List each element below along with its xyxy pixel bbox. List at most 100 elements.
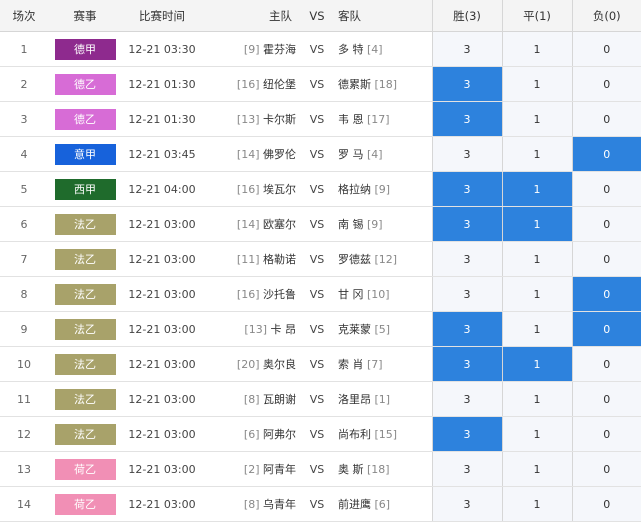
league-badge[interactable]: 法乙 [54,213,116,235]
away-team-cell[interactable]: 甘 冈 [10] [332,276,432,312]
away-team-cell[interactable]: 罗 马 [4] [332,136,432,172]
home-team-cell[interactable]: [9] 霍芬海 [202,31,302,67]
table-row: 5 西甲 12-21 04:00 [16] 埃瓦尔 VS 格拉纳 [9] 3 1 0 [0,171,641,207]
odds-draw-button[interactable]: 1 [501,31,572,67]
league-cell: 法乙 [48,381,122,417]
away-team-cell[interactable]: 德累斯 [18] [332,66,432,102]
home-team-cell[interactable]: [14] 欧塞尔 [202,206,302,242]
home-rank: [14] [236,148,260,161]
odds-lose-button[interactable]: 0 [571,311,641,347]
odds-win-button[interactable]: 3 [431,346,502,382]
odds-win-button[interactable]: 3 [431,451,502,487]
home-team-cell[interactable]: [11] 格勒诺 [202,241,302,277]
odds-lose-button[interactable]: 0 [571,136,641,172]
league-badge[interactable]: 德乙 [54,73,116,95]
away-rank: [17] [367,113,390,126]
odds-lose-button[interactable]: 0 [571,31,641,67]
league-badge[interactable]: 德乙 [54,108,116,130]
odds-win-button[interactable]: 3 [431,486,502,522]
odds-win-button[interactable]: 3 [431,311,502,347]
home-team-cell[interactable]: [2] 阿青年 [202,451,302,487]
odds-win-button[interactable]: 3 [431,66,502,102]
home-team-cell[interactable]: [16] 埃瓦尔 [202,171,302,207]
odds-win-button[interactable]: 3 [431,276,502,312]
odds-draw-button[interactable]: 1 [501,451,572,487]
home-team-cell[interactable]: [20] 奥尔良 [202,346,302,382]
odds-win-button[interactable]: 3 [431,101,502,137]
away-team-name: 罗 马 [338,148,364,161]
league-badge[interactable]: 法乙 [54,388,116,410]
home-rank: [20] [236,358,260,371]
match-time: 12-21 03:00 [122,451,202,487]
league-cell: 法乙 [48,416,122,452]
league-badge[interactable]: 意甲 [54,143,116,165]
league-badge[interactable]: 德甲 [54,38,116,60]
odds-draw-button[interactable]: 1 [501,416,572,452]
league-badge[interactable]: 西甲 [54,178,116,200]
odds-draw-button[interactable]: 1 [501,241,572,277]
odds-win-button[interactable]: 3 [431,381,502,417]
league-badge[interactable]: 法乙 [54,423,116,445]
odds-lose-button[interactable]: 0 [571,451,641,487]
odds-lose-button[interactable]: 0 [571,241,641,277]
league-badge[interactable]: 法乙 [54,353,116,375]
odds-lose-button[interactable]: 0 [571,206,641,242]
away-team-cell[interactable]: 格拉纳 [9] [332,171,432,207]
odds-lose-button[interactable]: 0 [571,346,641,382]
league-badge[interactable]: 荷乙 [54,493,116,515]
odds-draw-button[interactable]: 1 [501,311,572,347]
league-badge[interactable]: 法乙 [54,318,116,340]
away-team-cell[interactable]: 南 锡 [9] [332,206,432,242]
match-time: 12-21 03:00 [122,311,202,347]
odds-lose-button[interactable]: 0 [571,66,641,102]
odds-win-button[interactable]: 3 [431,171,502,207]
away-team-cell[interactable]: 罗德兹 [12] [332,241,432,277]
odds-win-button[interactable]: 3 [431,136,502,172]
away-team-cell[interactable]: 洛里昂 [1] [332,381,432,417]
league-cell: 荷乙 [48,486,122,522]
league-badge[interactable]: 法乙 [54,283,116,305]
odds-lose-button[interactable]: 0 [571,276,641,312]
home-team-cell[interactable]: [14] 佛罗伦 [202,136,302,172]
home-team-cell[interactable]: [6] 阿弗尔 [202,416,302,452]
odds-lose-button[interactable]: 0 [571,101,641,137]
home-team-name: 佛罗伦 [263,148,296,161]
odds-draw-button[interactable]: 1 [501,206,572,242]
odds-draw-button[interactable]: 1 [501,66,572,102]
odds-draw-button[interactable]: 1 [501,276,572,312]
home-team-cell[interactable]: [13] 卡尔斯 [202,101,302,137]
home-team-cell[interactable]: [13] 卡 昂 [202,311,302,347]
away-team-cell[interactable]: 尚布利 [15] [332,416,432,452]
odds-draw-button[interactable]: 1 [501,171,572,207]
match-number: 3 [0,101,48,137]
away-team-cell[interactable]: 索 肖 [7] [332,346,432,382]
match-number: 1 [0,31,48,67]
away-team-cell[interactable]: 多 特 [4] [332,31,432,67]
away-team-cell[interactable]: 克莱蒙 [5] [332,311,432,347]
league-badge[interactable]: 法乙 [54,248,116,270]
odds-lose-button[interactable]: 0 [571,416,641,452]
home-team-cell[interactable]: [8] 乌青年 [202,486,302,522]
odds-win-button[interactable]: 3 [431,31,502,67]
odds-draw-button[interactable]: 1 [501,136,572,172]
league-cell: 西甲 [48,171,122,207]
home-team-cell[interactable]: [16] 沙托鲁 [202,276,302,312]
odds-win-button[interactable]: 3 [431,416,502,452]
header-win: 胜(3) [431,0,502,32]
away-team-cell[interactable]: 前进鹰 [6] [332,486,432,522]
vs-label: VS [302,171,332,207]
odds-draw-button[interactable]: 1 [501,486,572,522]
odds-draw-button[interactable]: 1 [501,381,572,417]
away-team-cell[interactable]: 奥 斯 [18] [332,451,432,487]
odds-lose-button[interactable]: 0 [571,486,641,522]
odds-win-button[interactable]: 3 [431,206,502,242]
odds-lose-button[interactable]: 0 [571,171,641,207]
odds-lose-button[interactable]: 0 [571,381,641,417]
odds-draw-button[interactable]: 1 [501,346,572,382]
odds-draw-button[interactable]: 1 [501,101,572,137]
home-team-cell[interactable]: [8] 瓦朗谢 [202,381,302,417]
odds-win-button[interactable]: 3 [431,241,502,277]
home-team-cell[interactable]: [16] 纽伦堡 [202,66,302,102]
league-badge[interactable]: 荷乙 [54,458,116,480]
away-team-cell[interactable]: 韦 恩 [17] [332,101,432,137]
